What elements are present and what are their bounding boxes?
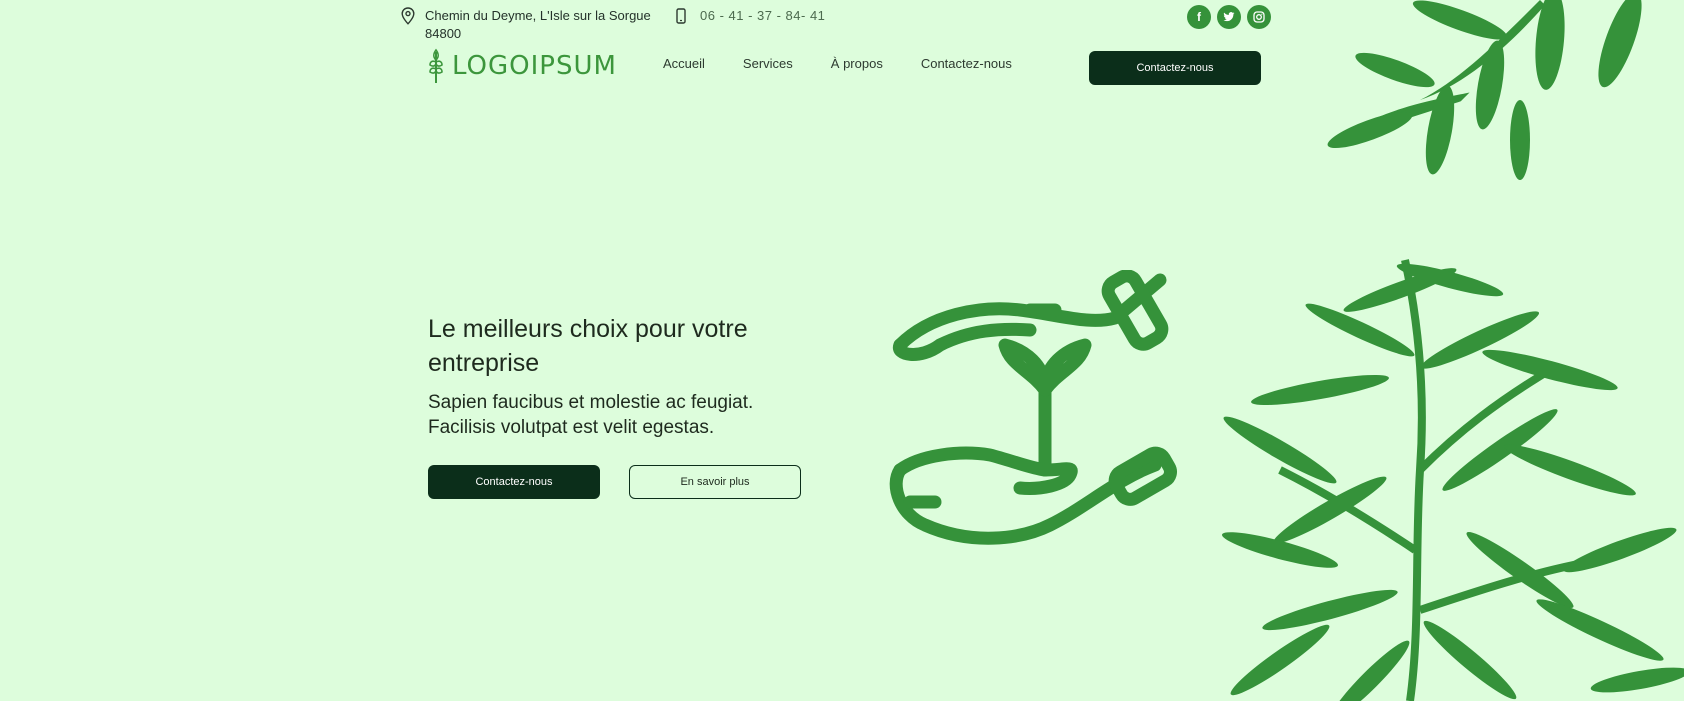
phone-number: 06 - 41 - 37 - 84- 41 xyxy=(700,8,826,23)
learn-more-button[interactable]: En savoir plus xyxy=(629,465,801,499)
main-nav: Accueil Services À propos Contactez-nous xyxy=(663,56,1012,71)
logo[interactable]: LOGOIPSUM xyxy=(428,48,617,84)
bamboo-plant-decoration xyxy=(1221,259,1684,701)
hands-sprout-illustration xyxy=(889,270,1177,545)
address-line-1: Chemin du Deyme, L'Isle sur la Sorgue xyxy=(425,8,651,23)
facebook-icon[interactable]: f xyxy=(1187,5,1211,29)
wheat-logo-icon xyxy=(429,48,443,83)
hero-contact-button[interactable]: Contactez-nous xyxy=(428,465,600,499)
social-links: f xyxy=(1187,5,1271,29)
hero-subtitle-line-1: Sapien faucibus et molestie ac feugiat. xyxy=(428,392,754,413)
location-pin-icon xyxy=(401,7,415,25)
twitter-icon[interactable] xyxy=(1217,5,1241,29)
instagram-icon[interactable] xyxy=(1247,5,1271,29)
hero-title: Le meilleurs choix pour votre entreprise xyxy=(428,315,748,377)
phone-icon xyxy=(676,8,686,24)
bamboo-leaves-decoration xyxy=(1327,0,1642,180)
address-block: Chemin du Deyme, L'Isle sur la Sorgue 84… xyxy=(401,7,665,43)
address-line-2: 84800 xyxy=(425,26,462,41)
logo-text: LOGOIPSUM xyxy=(452,51,617,81)
header-contact-button[interactable]: Contactez-nous xyxy=(1089,51,1261,85)
phone-block: 06 - 41 - 37 - 84- 41 xyxy=(676,7,825,25)
nav-item-services[interactable]: Services xyxy=(743,56,793,71)
hero-subtitle-line-2: Facilisis volutpat est velit egestas. xyxy=(428,417,715,438)
nav-item-a-propos[interactable]: À propos xyxy=(831,56,883,71)
nav-item-contact[interactable]: Contactez-nous xyxy=(921,56,1012,71)
hero-subtitle: Sapien faucibus et molestie ac feugiat. … xyxy=(428,390,828,440)
nav-item-accueil[interactable]: Accueil xyxy=(663,56,705,71)
